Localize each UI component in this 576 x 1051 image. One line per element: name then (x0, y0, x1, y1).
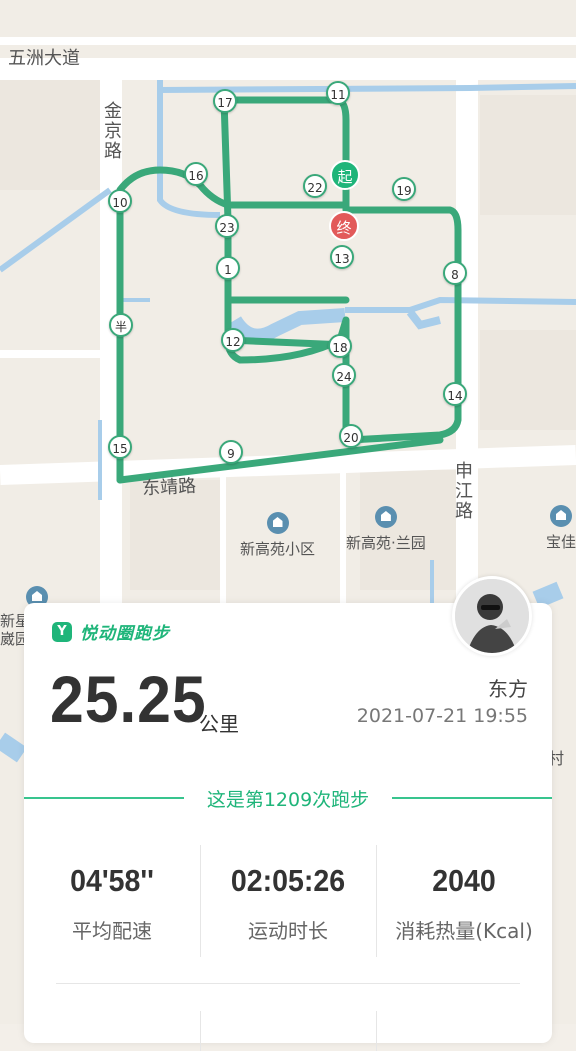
user-name: 东方 (488, 677, 528, 701)
km-marker-17[interactable]: 17 (213, 89, 237, 113)
stat-value: 04'58'' (70, 863, 154, 898)
building-icon (374, 506, 397, 528)
half-marker[interactable]: 半 (109, 313, 133, 337)
km-marker-13[interactable]: 13 (330, 245, 354, 269)
stat-value: 2040 (432, 863, 496, 898)
km-marker-24[interactable]: 24 (332, 363, 356, 387)
stat-label: 消耗热量(Kcal) (395, 919, 533, 943)
divider (376, 1011, 377, 1051)
poi-xingaoyuan[interactable]: 新高苑小区 (240, 512, 315, 559)
km-marker-12[interactable]: 12 (221, 328, 245, 352)
km-marker-8[interactable]: 8 (443, 261, 467, 285)
road-label-dongjing: 东靖路 (141, 475, 197, 500)
building-icon (266, 512, 289, 534)
start-marker[interactable]: 起 (330, 160, 360, 190)
km-marker-15[interactable]: 15 (108, 435, 132, 459)
poi-baojia[interactable]: 宝佳 (546, 505, 576, 552)
km-marker-18[interactable]: 18 (328, 334, 352, 358)
distance-value: 25.25 (50, 662, 207, 736)
poi-label: 新高苑小区 (240, 540, 316, 558)
stats-row: 04'58'' 平均配速 02:05:26 运动时长 2040 消耗热量(Kca… (24, 841, 552, 961)
km-marker-20[interactable]: 20 (339, 424, 363, 448)
stat-calories: 2040 消耗热量(Kcal) (376, 841, 552, 961)
road-label-shenjiang: 申江路 (455, 461, 473, 522)
run-count-row: 这是第1209次跑步 (24, 783, 552, 813)
stat-pace: 04'58'' 平均配速 (24, 841, 200, 961)
road-label-jinjing: 金京路 (104, 101, 122, 162)
building-icon (550, 505, 572, 527)
divider (56, 983, 520, 984)
poi-label: 宝佳 (546, 533, 576, 551)
stat-label: 平均配速 (72, 919, 152, 943)
km-marker-23[interactable]: 23 (215, 214, 239, 238)
km-marker-11[interactable]: 11 (326, 81, 350, 105)
km-marker-22[interactable]: 22 (303, 174, 327, 198)
brand-icon: Y (52, 621, 72, 642)
poi-xingaoyuan-lanyuan[interactable]: 新高苑·兰园 (346, 506, 426, 553)
distance-unit: 公里 (199, 712, 239, 736)
run-datetime: 2021-07-21 19:55 (356, 705, 528, 727)
stat-value: 02:05:26 (230, 863, 346, 898)
user-avatar[interactable] (452, 576, 532, 656)
road-label-wuzhou: 五洲大道 (8, 48, 80, 69)
brand-name: 悦动圈跑步 (80, 624, 170, 644)
divider (200, 1011, 201, 1051)
km-marker-10[interactable]: 10 (108, 189, 132, 213)
km-marker-14[interactable]: 14 (443, 382, 467, 406)
km-marker-16[interactable]: 16 (184, 162, 208, 186)
km-marker-9[interactable]: 9 (219, 440, 243, 464)
stat-label: 运动时长 (248, 919, 328, 943)
end-marker[interactable]: 终 (329, 211, 359, 241)
km-marker-19[interactable]: 19 (392, 177, 416, 201)
stat-duration: 02:05:26 运动时长 (200, 841, 376, 961)
km-marker-1[interactable]: 1 (216, 256, 240, 280)
poi-label: 新高苑·兰园 (346, 534, 426, 552)
avatar-image (455, 579, 529, 653)
divider-right (392, 797, 552, 799)
run-summary-card: Y 悦动圈跑步 25.25 公里 东方 2021-07-21 19:55 这是第… (24, 576, 552, 1051)
brand-logo: Y 悦动圈跑步 (52, 619, 170, 644)
